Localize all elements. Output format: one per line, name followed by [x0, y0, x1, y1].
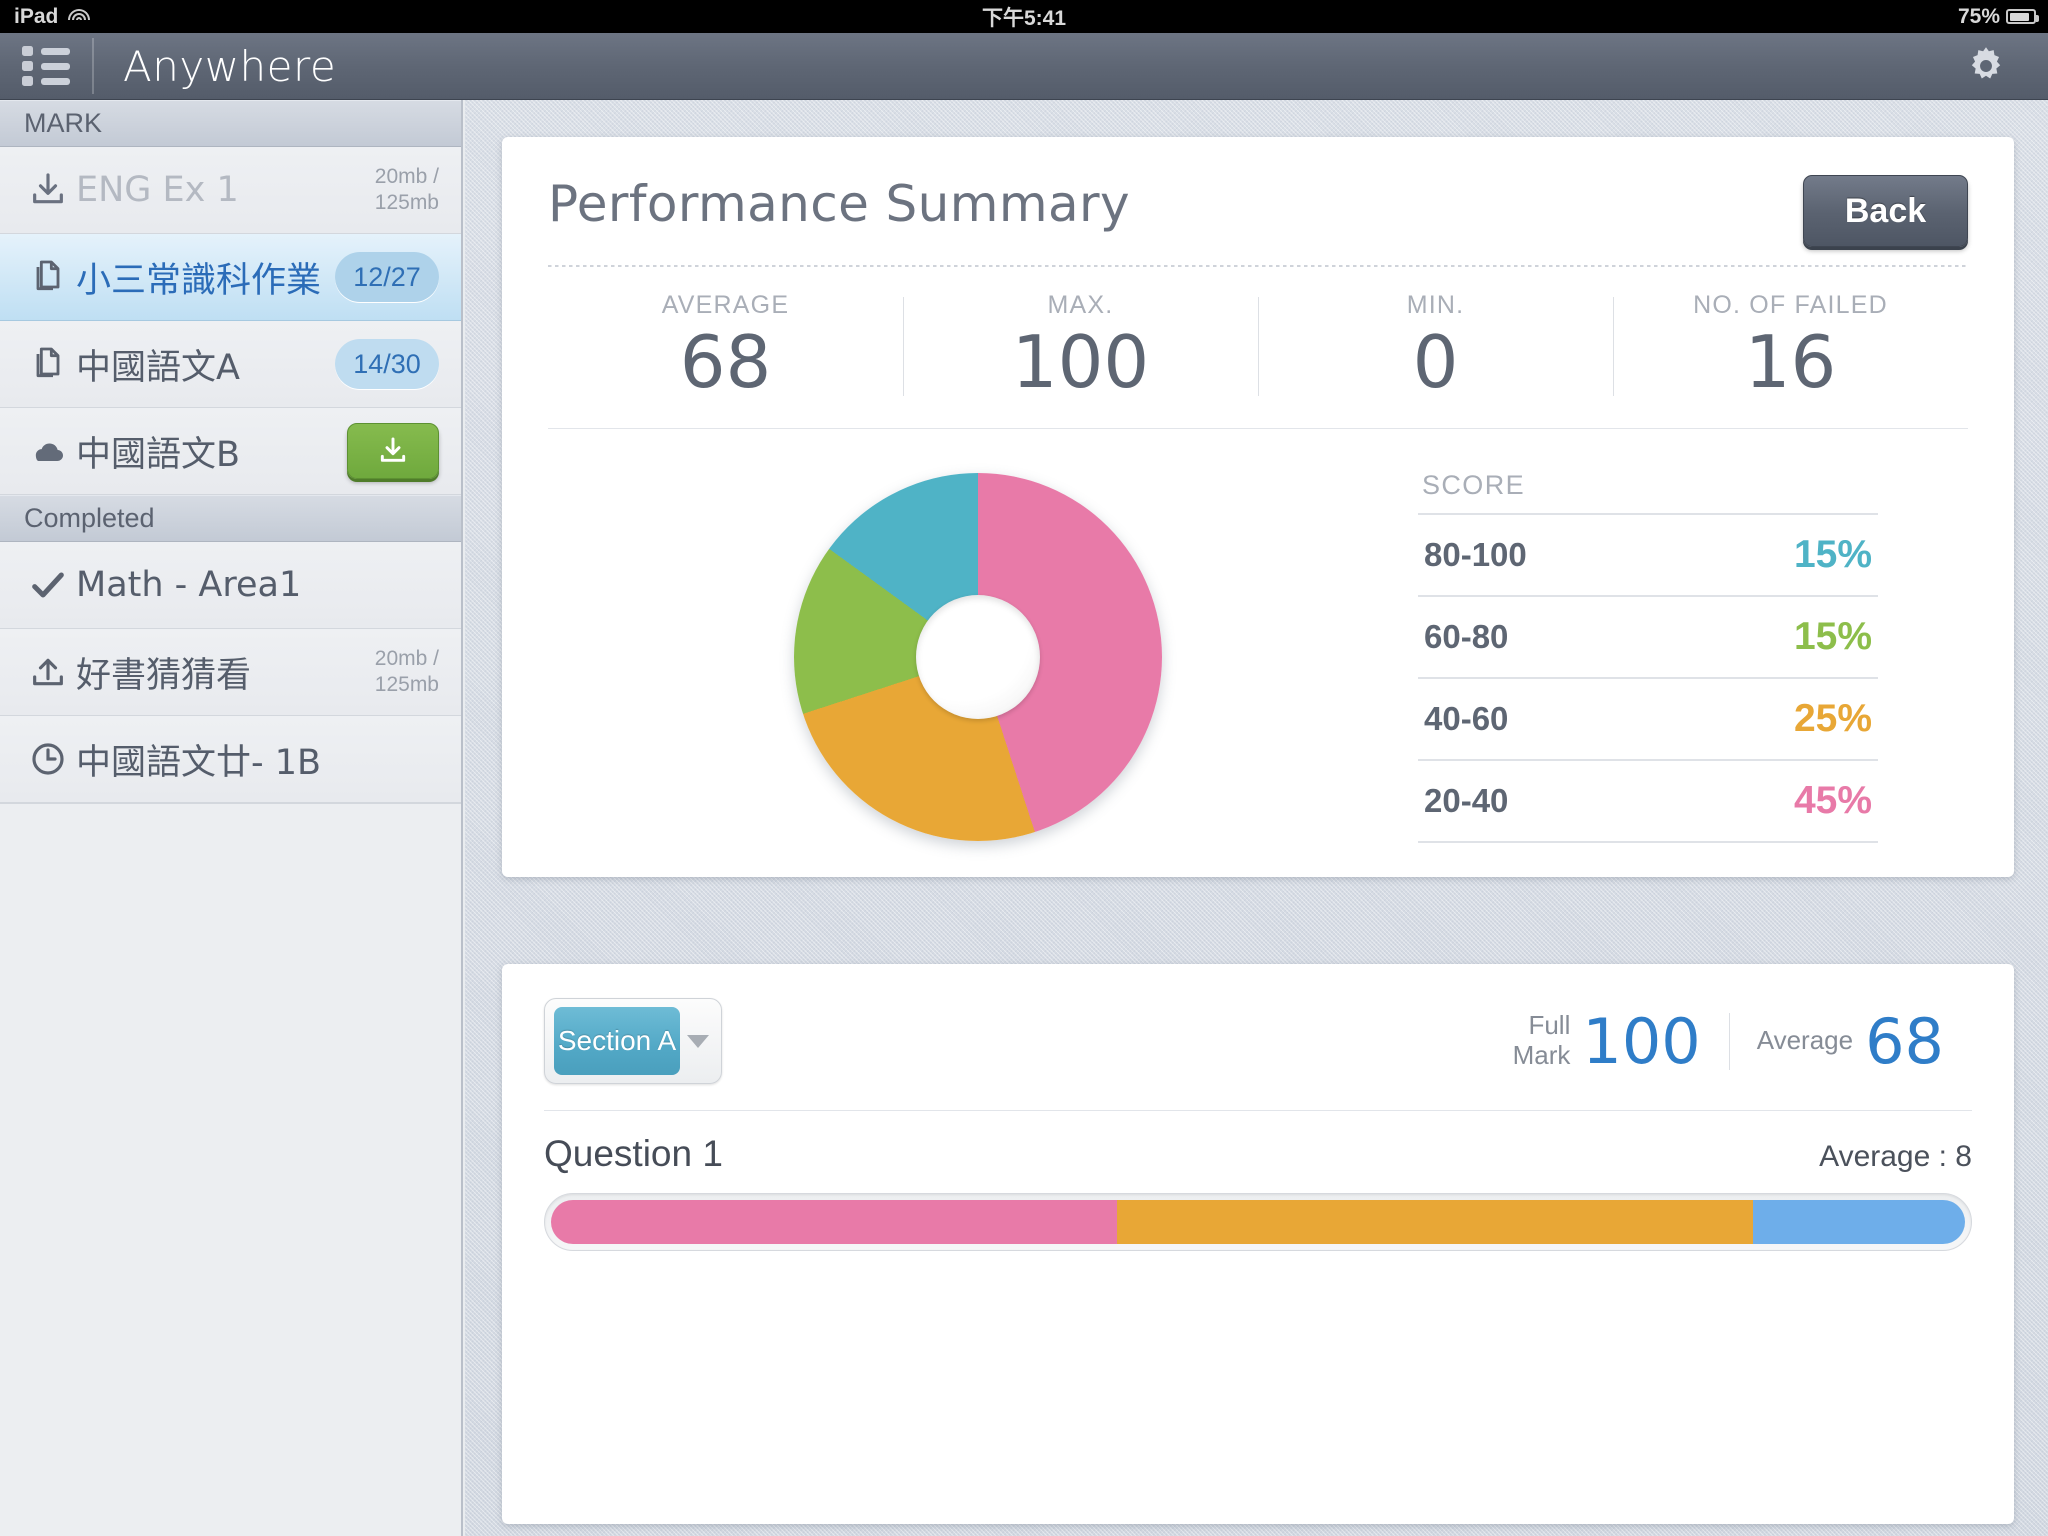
sidebar-item-label: 中國語文廿- 1B	[76, 742, 322, 783]
sidebar-item-label: 好書猜猜看	[76, 655, 252, 696]
stat-label: MIN.	[1406, 291, 1465, 319]
sidebar-item-label: 中國語文A	[76, 347, 240, 388]
app-title: Anywhere	[123, 41, 337, 91]
sidebar-item-chinese-nian-1b[interactable]: 中國語文廿- 1B	[0, 716, 461, 803]
settings-button[interactable]	[1962, 42, 2010, 90]
section-select[interactable]: Section A	[544, 998, 722, 1084]
sidebar-item-xiaosan-changshi[interactable]: 小三常識科作業 12/27	[0, 234, 461, 321]
status-time: 下午5:41	[981, 6, 1067, 30]
full-mark-value: 100	[1582, 1004, 1701, 1078]
donut-hole	[916, 594, 1040, 719]
documents-icon	[20, 344, 76, 384]
app-navbar: Anywhere	[0, 33, 2048, 100]
legend-percent: 45%	[1793, 779, 1872, 823]
battery-icon	[2006, 9, 2039, 24]
sidebar-item-label: ENG Ex 1	[76, 170, 239, 210]
section-detail-card: Section A Full Mark 100 Average 68 Quest…	[502, 964, 2014, 1524]
summary-stats: AVERAGE 68 MAX. 100 MIN. 0 NO. OF FAILED…	[548, 267, 1968, 429]
average-metric: Average 68	[1728, 1004, 1972, 1078]
chevron-down-icon	[687, 1034, 709, 1048]
stat-label: MAX.	[1047, 291, 1114, 319]
back-button[interactable]: Back	[1803, 175, 1968, 247]
legend-range: 40-60	[1424, 700, 1509, 738]
section-metrics: Full Mark 100 Average 68	[1485, 1005, 1972, 1078]
sidebar-section-header-mark: MARK	[0, 100, 461, 147]
score-donut-chart	[794, 472, 1162, 841]
score-legend: SCORE 80-100 15% 60-80 15% 40-60 25% 20-…	[1408, 470, 1878, 844]
legend-header: SCORE	[1422, 470, 1526, 501]
donut-chart-container	[548, 472, 1408, 841]
section-toolbar: Section A Full Mark 100 Average 68	[502, 964, 2014, 1084]
stat-value: 16	[1744, 320, 1837, 404]
stat-max: MAX. 100	[903, 291, 1258, 402]
legend-row: 80-100 15%	[1418, 513, 1878, 595]
sidebar-item-label: 小三常識科作業	[76, 260, 322, 301]
legend-range: 60-80	[1424, 618, 1509, 656]
legend-range: 20-40	[1424, 782, 1509, 820]
status-badge: 12/27	[335, 252, 439, 302]
stat-average: AVERAGE 68	[548, 291, 903, 402]
battery-percent: 75%	[1957, 4, 2000, 28]
stat-value: 68	[679, 320, 772, 404]
navbar-divider	[92, 38, 94, 94]
legend-percent: 25%	[1793, 697, 1872, 741]
clock-icon	[20, 739, 76, 779]
status-badge: 14/30	[335, 339, 439, 389]
ios-status-bar: iPad 下午5:41 75%	[0, 0, 2048, 33]
performance-summary-card: Performance Summary Back AVERAGE 68 MAX.…	[502, 137, 2014, 877]
legend-range: 80-100	[1424, 536, 1527, 574]
full-mark-label: Full Mark	[1512, 1010, 1571, 1070]
chart-section: SCORE 80-100 15% 60-80 15% 40-60 25% 20-…	[502, 429, 2014, 859]
download-icon	[20, 170, 76, 210]
stat-value: 100	[1011, 320, 1150, 404]
sidebar-item-chinese-b[interactable]: 中國語文B	[0, 408, 461, 495]
check-icon	[20, 565, 76, 605]
question-header: Question 1 Average : 8	[544, 1110, 1972, 1175]
status-right: 75%	[1957, 4, 2039, 29]
stat-no-of-failed: NO. OF FAILED 16	[1613, 291, 1968, 402]
sidebar-item-haoshu[interactable]: 好書猜猜看 20mb / 125mb	[0, 629, 461, 716]
legend-percent: 15%	[1793, 615, 1872, 659]
question-block: Question 1 Average : 8	[502, 1084, 2014, 1251]
question-distribution-bar	[544, 1193, 1972, 1251]
legend-percent: 15%	[1793, 533, 1872, 577]
content-area: Performance Summary Back AVERAGE 68 MAX.…	[465, 100, 2048, 1536]
documents-icon	[20, 257, 76, 297]
sidebar-item-math-area1[interactable]: Math - Area1	[0, 542, 461, 629]
cloud-icon	[20, 431, 76, 471]
sidebar-section-header-completed: Completed	[0, 495, 461, 542]
upload-icon	[20, 652, 76, 692]
legend-row: 60-80 15%	[1418, 595, 1878, 677]
stat-label: NO. OF FAILED	[1693, 291, 1888, 319]
question-bar-segment	[551, 1200, 1117, 1244]
sidebar-empty-area	[0, 803, 461, 1303]
average-value: 68	[1865, 1004, 1944, 1078]
sidebar-item-chinese-a[interactable]: 中國語文A 14/30	[0, 321, 461, 408]
sidebar-item-eng-ex-1[interactable]: ENG Ex 1 20mb / 125mb	[0, 147, 461, 234]
sidebar-item-size: 20mb / 125mb	[374, 165, 439, 214]
question-title: Question 1	[544, 1133, 723, 1174]
section-selected-value: Section A	[554, 1007, 680, 1075]
sidebar-item-label: Math - Area1	[76, 565, 302, 605]
sidebar-item-label: 中國語文B	[76, 434, 241, 475]
sidebar[interactable]: MARK ENG Ex 1 20mb / 125mb 小三常識科作業 12/27…	[0, 100, 463, 1536]
menu-button[interactable]	[0, 33, 92, 100]
legend-row: 20-40 45%	[1418, 759, 1878, 844]
question-bar-segment	[1752, 1200, 1965, 1244]
question-bar-segment	[1116, 1200, 1753, 1244]
full-mark-metric: Full Mark 100	[1485, 1005, 1729, 1078]
legend-row: 40-60 25%	[1418, 677, 1878, 759]
stat-min: MIN. 0	[1258, 291, 1613, 402]
list-menu-icon	[22, 46, 70, 86]
gear-icon	[1971, 47, 2001, 79]
stat-label: AVERAGE	[661, 291, 790, 319]
stat-value: 0	[1412, 320, 1459, 404]
download-button[interactable]	[347, 423, 439, 479]
summary-header: Performance Summary Back	[502, 137, 2014, 247]
average-label: Average	[1756, 1025, 1854, 1056]
sidebar-item-size: 20mb / 125mb	[374, 647, 439, 696]
question-average: Average : 8	[1819, 1140, 1972, 1173]
page-title: Performance Summary	[548, 175, 1130, 233]
